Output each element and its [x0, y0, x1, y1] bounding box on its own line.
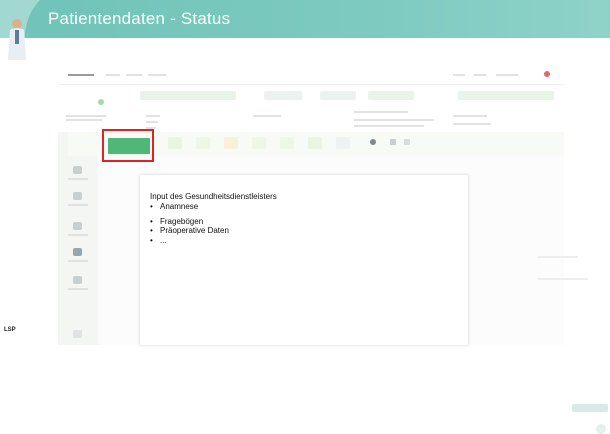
bullet: • — [150, 226, 153, 235]
header-field[interactable] — [368, 91, 414, 100]
list-item: • Fragebögen — [150, 216, 204, 226]
app-topbar — [58, 66, 564, 84]
nav-item[interactable] — [106, 74, 120, 76]
sidebar-label — [68, 234, 88, 236]
doctor-figure-icon — [8, 19, 26, 60]
patient-header — [58, 84, 564, 133]
toolbar-tab[interactable] — [308, 137, 322, 149]
bullet-list: • Anamnese • Fragebögen • Präoperative Date… — [150, 202, 229, 245]
nav-item[interactable] — [148, 74, 166, 76]
toolbar-tab[interactable] — [224, 137, 238, 149]
field-value — [354, 125, 424, 127]
nav-item[interactable] — [453, 74, 465, 76]
toolbar-tab[interactable] — [280, 137, 294, 149]
slide-header: Patientendaten - Status — [0, 0, 610, 60]
sidebar-icon[interactable] — [73, 330, 82, 338]
sidebar-label — [68, 178, 88, 180]
toolbar-icon[interactable] — [390, 139, 396, 145]
list-item: • Anamnese — [150, 202, 199, 211]
sidebar-icon[interactable] — [73, 276, 82, 284]
app-logo — [68, 74, 94, 76]
patient-name — [66, 115, 106, 117]
field-value — [146, 121, 158, 123]
highlight-box — [102, 129, 154, 162]
nav-item[interactable] — [126, 74, 142, 76]
right-text — [538, 278, 588, 280]
field-value — [354, 119, 434, 121]
bullet: • — [150, 235, 153, 245]
list-item: • Präoperative Daten — [150, 226, 229, 235]
user-avatar-icon[interactable] — [544, 71, 550, 77]
field-value — [354, 111, 408, 113]
slide-title: Patientendaten - Status — [48, 9, 231, 28]
right-panel — [528, 226, 610, 434]
toolbar-tab[interactable] — [252, 137, 266, 149]
field-value — [146, 115, 160, 117]
patient-info — [66, 119, 102, 121]
fab-icon[interactable] — [596, 424, 606, 434]
header-field[interactable] — [140, 91, 236, 100]
toolbar-tab[interactable] — [336, 137, 350, 149]
toolbar-tab[interactable] — [168, 137, 182, 149]
header-field[interactable] — [264, 91, 302, 100]
header-field[interactable] — [458, 91, 554, 100]
sidebar-icon[interactable] — [73, 192, 82, 200]
app-sidebar — [58, 132, 98, 345]
bullet: • — [150, 202, 153, 211]
toolbar-icon[interactable] — [404, 139, 410, 145]
sidebar-icon[interactable] — [73, 222, 82, 230]
sidebar-label — [68, 260, 88, 262]
list-item: •... — [150, 235, 167, 245]
toolbar-icon[interactable] — [370, 139, 376, 145]
toolbar-tab[interactable] — [196, 137, 210, 149]
status-dot-icon — [98, 99, 104, 105]
field-value — [453, 115, 487, 117]
bullet: • — [150, 216, 153, 226]
sidebar-icon[interactable] — [73, 248, 82, 256]
content-panel: Input des Gesundheitsdienstleisters • Ana… — [140, 175, 468, 345]
nav-item[interactable] — [474, 74, 486, 76]
sidebar-label — [68, 204, 88, 206]
right-button[interactable] — [572, 404, 608, 412]
nav-item[interactable] — [496, 74, 518, 76]
header-field[interactable] — [320, 91, 356, 100]
sidebar-label — [68, 288, 88, 290]
field-value — [453, 123, 491, 125]
right-text — [538, 256, 578, 258]
footer-logo: LSP — [4, 327, 16, 333]
sidebar-icon[interactable] — [73, 166, 82, 174]
field-value — [253, 115, 281, 117]
panel-heading: Input des Gesundheitsdienstleisters — [150, 192, 277, 201]
